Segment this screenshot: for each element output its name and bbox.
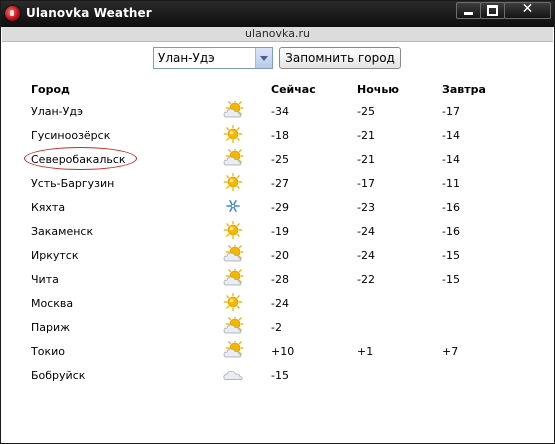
partly-cloudy-icon (223, 314, 245, 335)
maximize-button[interactable] (480, 2, 505, 19)
temp-tomorrow: -14 (442, 153, 460, 166)
temp-tomorrow: -11 (442, 177, 460, 190)
temp-now: +10 (271, 345, 295, 358)
partly-cloudy-icon (223, 266, 245, 287)
temp-now: -25 (271, 153, 289, 166)
column-header-city: Город (31, 83, 70, 96)
minimize-button[interactable] (456, 2, 481, 19)
partly-cloudy-icon (223, 338, 245, 359)
app-logo-icon (5, 6, 20, 21)
city-name: Гусиноозёрск (31, 129, 111, 142)
temp-night: -24 (357, 225, 375, 238)
column-header-night: Ночью (357, 83, 399, 96)
temp-tomorrow: -16 (442, 225, 460, 238)
city-name: Москва (31, 297, 74, 310)
sun-icon (223, 172, 243, 192)
city-name: Бобруйск (31, 369, 86, 382)
temp-night: -24 (357, 249, 375, 262)
temp-tomorrow: -15 (442, 273, 460, 286)
city-name: Иркутск (31, 249, 79, 262)
temp-night: -22 (357, 273, 375, 286)
temp-tomorrow: -15 (442, 249, 460, 262)
temp-now: -28 (271, 273, 289, 286)
temp-now: -20 (271, 249, 289, 262)
temp-tomorrow: -17 (442, 105, 460, 118)
partly-cloudy-icon (223, 242, 245, 263)
temp-now: -2 (271, 321, 282, 334)
city-name: Улан-Удэ (31, 105, 83, 118)
temp-now: -34 (271, 105, 289, 118)
partly-cloudy-icon (223, 98, 245, 119)
window-title: Ulanovka Weather (26, 6, 152, 20)
partly-cloudy-icon (223, 146, 245, 167)
city-name: Закаменск (31, 225, 94, 238)
column-header-tomorrow: Завтра (442, 83, 486, 96)
city-select-value: Улан-Удэ (158, 51, 215, 65)
temp-now: -27 (271, 177, 289, 190)
temp-night: -17 (357, 177, 375, 190)
remember-city-button[interactable]: Запомнить город (279, 47, 401, 69)
temp-tomorrow: -16 (442, 201, 460, 214)
temp-tomorrow: +7 (442, 345, 459, 358)
close-icon: ✕ (521, 1, 534, 17)
city-name: Северобакальск (31, 153, 126, 166)
city-select[interactable]: Улан-Удэ (153, 47, 273, 69)
temp-now: -15 (271, 369, 289, 382)
temp-night: -21 (357, 153, 375, 166)
temp-night: -21 (357, 129, 375, 142)
close-button[interactable]: ✕ (504, 1, 551, 19)
temp-tomorrow: -14 (442, 129, 460, 142)
temp-now: -29 (271, 201, 289, 214)
temp-now: -24 (271, 297, 289, 310)
city-name: Токио (31, 345, 65, 358)
city-name: Париж (31, 321, 71, 334)
city-name: Усть-Баргузин (31, 177, 115, 190)
sun-icon (223, 220, 243, 240)
app-window: Ulanovka Weather ✕ ulanovka.ru Улан-Удэ … (0, 0, 555, 444)
chevron-down-icon[interactable] (255, 48, 272, 68)
city-name: Кяхта (31, 201, 66, 214)
temp-now: -19 (271, 225, 289, 238)
site-url: ulanovka.ru (2, 27, 553, 42)
sun-icon (223, 124, 243, 144)
sun-icon (223, 292, 243, 312)
city-name: Чита (31, 273, 59, 286)
temp-night: +1 (357, 345, 374, 358)
temp-night: -23 (357, 201, 375, 214)
temp-now: -18 (271, 129, 289, 142)
snowflake-icon (223, 197, 243, 215)
title-bar[interactable]: Ulanovka Weather ✕ (1, 1, 554, 27)
column-header-now: Сейчас (271, 83, 316, 96)
cloud-icon (223, 365, 243, 383)
temp-night: -25 (357, 105, 375, 118)
